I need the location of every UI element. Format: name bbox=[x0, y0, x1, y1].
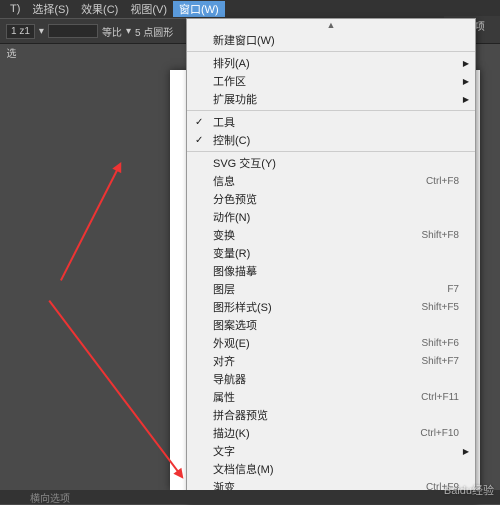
menu-item-label: 工具 bbox=[213, 114, 235, 130]
menu-item[interactable]: 对齐 Shift+F7 bbox=[187, 352, 475, 370]
menu-item-label: 对齐 bbox=[213, 353, 235, 369]
menu-item[interactable]: 拼合器预览 bbox=[187, 406, 475, 424]
menu-effect[interactable]: 效果(C) bbox=[75, 1, 124, 17]
menu-item[interactable]: 属性 Ctrl+F11 bbox=[187, 388, 475, 406]
menu-item-shortcut: F7 bbox=[447, 284, 459, 295]
menu-item-label: 属性 bbox=[213, 389, 235, 405]
menu-item[interactable]: 分色预览 bbox=[187, 190, 475, 208]
menu-item[interactable]: 图层 F7 bbox=[187, 280, 475, 298]
menu-item-label: 文档信息(M) bbox=[213, 461, 274, 477]
watermark: Baidu经验 bbox=[444, 482, 494, 498]
menu-item[interactable]: 排列(A) ▶ bbox=[187, 54, 475, 72]
submenu-arrow-icon: ▶ bbox=[463, 77, 469, 86]
menu-separator bbox=[187, 110, 475, 111]
zoom-dropdown[interactable]: 1 z1 bbox=[6, 24, 35, 39]
menu-item[interactable]: 动作(N) bbox=[187, 208, 475, 226]
menu-item-label: 导航器 bbox=[213, 371, 246, 387]
menu-item-label: 拼合器预览 bbox=[213, 407, 268, 423]
menu-item[interactable]: 外观(E) Shift+F6 bbox=[187, 334, 475, 352]
menu-item[interactable]: ✓ 工具 bbox=[187, 113, 475, 131]
menu-item-label: 图案选项 bbox=[213, 317, 257, 333]
menu-item-shortcut: Ctrl+F8 bbox=[426, 176, 459, 187]
menu-item-shortcut: Shift+F8 bbox=[421, 230, 459, 241]
menu-window[interactable]: 窗口(W) bbox=[173, 1, 225, 17]
stroke-label: 等比 bbox=[102, 24, 122, 39]
menu-item-label: 图形样式(S) bbox=[213, 299, 272, 315]
menu-item-label: 扩展功能 bbox=[213, 91, 257, 107]
menu-item-label: 图像描摹 bbox=[213, 263, 257, 279]
menu-item-label: 动作(N) bbox=[213, 209, 250, 225]
menu-item-label: 新建窗口(W) bbox=[213, 32, 275, 48]
menu-item-label: 外观(E) bbox=[213, 335, 250, 351]
menu-item-label: 控制(C) bbox=[213, 132, 250, 148]
menu-t[interactable]: T) bbox=[4, 3, 26, 15]
menu-separator bbox=[187, 151, 475, 152]
menu-item-label: 图层 bbox=[213, 281, 235, 297]
menu-item[interactable]: ✓ 控制(C) bbox=[187, 131, 475, 149]
menu-item-label: 信息 bbox=[213, 173, 235, 189]
annotation-arrow-2 bbox=[48, 300, 182, 477]
menu-item[interactable]: 图案选项 bbox=[187, 316, 475, 334]
sidebar-label: 选 bbox=[2, 48, 17, 58]
bottom-bar: 横向选项 bbox=[0, 490, 500, 504]
menu-item[interactable]: 文字 ▶ bbox=[187, 442, 475, 460]
menu-item-shortcut: Shift+F7 bbox=[421, 356, 459, 367]
menu-item[interactable]: 导航器 bbox=[187, 370, 475, 388]
points-label: 5 点圆形 bbox=[135, 24, 173, 39]
menu-item[interactable]: 变换 Shift+F8 bbox=[187, 226, 475, 244]
menu-view[interactable]: 视图(V) bbox=[124, 1, 173, 17]
menu-item[interactable]: 信息 Ctrl+F8 bbox=[187, 172, 475, 190]
menu-item-label: 分色预览 bbox=[213, 191, 257, 207]
menu-item-shortcut: Ctrl+F11 bbox=[421, 392, 459, 403]
menu-item[interactable]: 变量(R) bbox=[187, 244, 475, 262]
menu-item[interactable]: 扩展功能 ▶ bbox=[187, 90, 475, 108]
menu-item-label: 变量(R) bbox=[213, 245, 250, 261]
menu-item-shortcut: Shift+F6 bbox=[421, 338, 459, 349]
submenu-arrow-icon: ▶ bbox=[463, 447, 469, 456]
menu-item[interactable]: 文档信息(M) bbox=[187, 460, 475, 478]
menu-item-shortcut: Ctrl+F10 bbox=[420, 428, 459, 439]
menu-item[interactable]: 图形样式(S) Shift+F5 bbox=[187, 298, 475, 316]
menu-item[interactable]: 工作区 ▶ bbox=[187, 72, 475, 90]
menu-item-label: 变换 bbox=[213, 227, 235, 243]
menu-item-label: 工作区 bbox=[213, 73, 246, 89]
check-icon: ✓ bbox=[195, 117, 203, 128]
menu-item[interactable]: SVG 交互(Y) bbox=[187, 154, 475, 172]
menubar: T) 选择(S) 效果(C) 视图(V) 窗口(W) bbox=[0, 0, 500, 18]
menu-item-shortcut: Shift+F5 bbox=[421, 302, 459, 313]
annotation-arrow-1 bbox=[60, 164, 121, 281]
menu-item-label: 描边(K) bbox=[213, 425, 250, 441]
menu-select[interactable]: 选择(S) bbox=[26, 1, 75, 17]
stroke-preview[interactable] bbox=[48, 24, 98, 38]
menu-item[interactable]: 描边(K) Ctrl+F10 bbox=[187, 424, 475, 442]
menu-item-label: SVG 交互(Y) bbox=[213, 155, 276, 171]
submenu-arrow-icon: ▶ bbox=[463, 59, 469, 68]
menu-separator bbox=[187, 51, 475, 52]
menu-item-label: 文字 bbox=[213, 443, 235, 459]
menu-item[interactable]: 图像描摹 bbox=[187, 262, 475, 280]
submenu-arrow-icon: ▶ bbox=[463, 95, 469, 104]
window-menu-dropdown: ▲ 新建窗口(W) 排列(A) ▶ 工作区 ▶ 扩展功能 ▶ ✓ 工具 ✓ 控制(C) SVG 交互(… bbox=[186, 18, 476, 503]
menu-item-label: 排列(A) bbox=[213, 55, 250, 71]
scroll-up-arrow[interactable]: ▲ bbox=[187, 19, 475, 31]
menu-item[interactable]: 新建窗口(W) bbox=[187, 31, 475, 49]
check-icon: ✓ bbox=[195, 135, 203, 146]
